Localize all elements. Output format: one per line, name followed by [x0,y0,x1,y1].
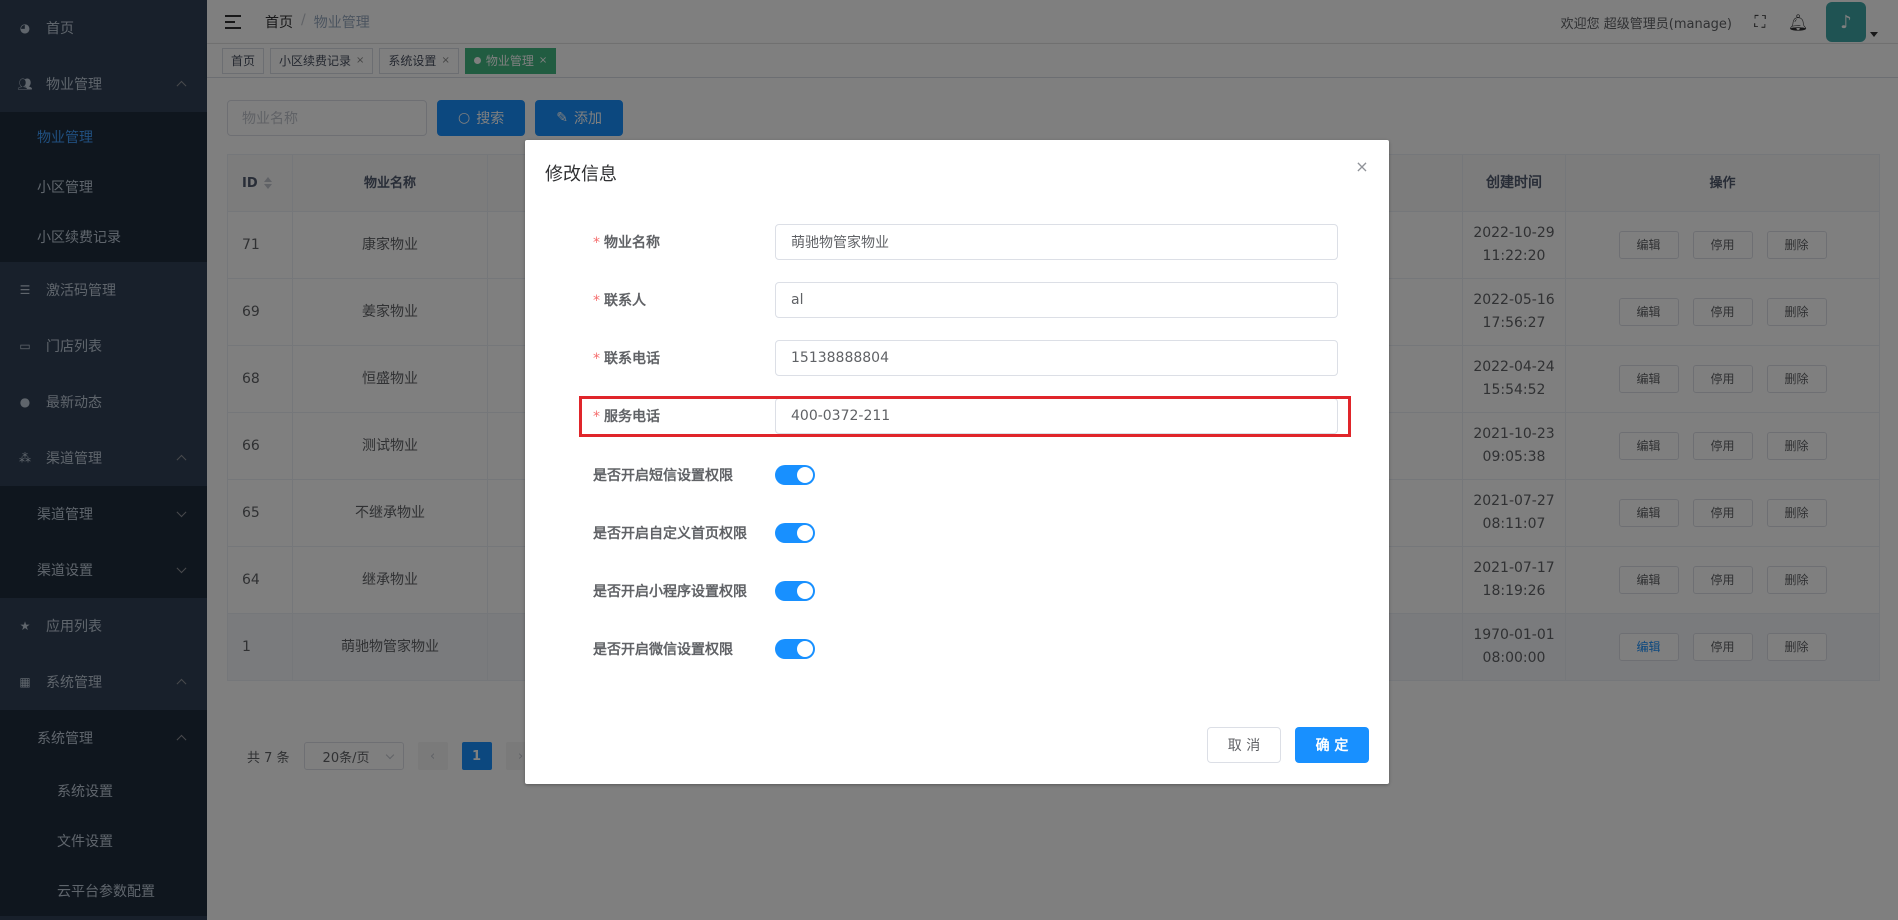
form-row-property-name: * 物业名称 萌驰物管家物业 [525,223,1389,261]
form-label: * 物业名称 [593,232,660,252]
edit-info-dialog: 修改信息 × * 物业名称 萌驰物管家物业 * 联系人 al * 联系电话 15138… [525,140,1389,784]
form-label: * 联系电话 [593,348,660,368]
sms-permission-switch[interactable] [775,465,815,485]
homepage-permission-switch[interactable] [775,523,815,543]
required-mark: * [593,235,600,251]
confirm-button[interactable]: 确 定 [1295,727,1369,763]
switch-knob [797,583,813,599]
contact-phone-input[interactable]: 15138888804 [775,340,1338,376]
form-row-sms-permission: 是否开启短信设置权限 [525,456,1389,494]
form-row-miniprogram-permission: 是否开启小程序设置权限 [525,572,1389,610]
property-name-input[interactable]: 萌驰物管家物业 [775,224,1338,260]
dialog-title: 修改信息 [545,164,617,185]
form-row-contact-phone: * 联系电话 15138888804 [525,339,1389,377]
label-text: 联系电话 [604,351,660,367]
cancel-button[interactable]: 取 消 [1207,727,1281,763]
form-row-contact: * 联系人 al [525,281,1389,319]
form-label: 是否开启短信设置权限 [593,468,733,484]
form-row-homepage-permission: 是否开启自定义首页权限 [525,514,1389,552]
close-icon[interactable]: × [1355,159,1369,175]
switch-knob [797,525,813,541]
form-label: 是否开启微信设置权限 [593,642,733,658]
switch-knob [797,641,813,657]
required-mark: * [593,351,600,367]
form-label: * 联系人 [593,290,646,310]
form-label: 是否开启自定义首页权限 [593,526,747,542]
contact-input[interactable]: al [775,282,1338,318]
wechat-permission-switch[interactable] [775,639,815,659]
miniprogram-permission-switch[interactable] [775,581,815,601]
highlight-box [579,396,1351,437]
form-label: 是否开启小程序设置权限 [593,584,747,600]
form-row-wechat-permission: 是否开启微信设置权限 [525,630,1389,668]
label-text: 物业名称 [604,235,660,251]
label-text: 联系人 [604,293,646,309]
switch-knob [797,467,813,483]
required-mark: * [593,293,600,309]
